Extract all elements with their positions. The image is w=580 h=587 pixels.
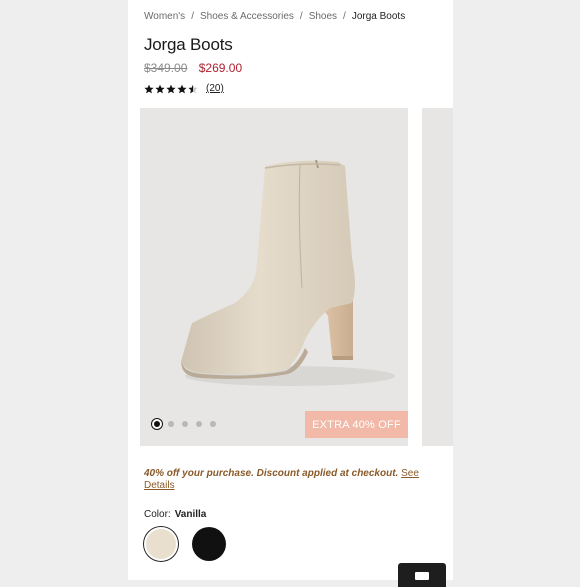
price-block: $349.00 $269.00 bbox=[144, 61, 242, 75]
sale-price: $269.00 bbox=[198, 61, 243, 75]
breadcrumb: Women's / Shoes & Accessories / Shoes / Jorga … bbox=[144, 11, 405, 22]
carousel-dot[interactable] bbox=[154, 421, 160, 427]
breadcrumb-separator: / bbox=[299, 11, 303, 22]
original-price: $349.00 bbox=[144, 61, 188, 75]
product-title: Jorga Boots bbox=[144, 35, 233, 54]
carousel-dot[interactable] bbox=[196, 421, 202, 427]
star-full-icon bbox=[166, 84, 176, 93]
color-selector-label: Color: Vanilla bbox=[144, 509, 206, 520]
product-image-gallery[interactable]: EXTRA 40% OFF bbox=[140, 108, 408, 446]
breadcrumb-separator: / bbox=[343, 11, 346, 22]
boot-image bbox=[181, 159, 395, 386]
review-count-link[interactable]: (20) bbox=[206, 83, 224, 94]
star-rating bbox=[144, 84, 198, 94]
extra-discount-badge: EXTRA 40% OFF bbox=[305, 411, 408, 438]
breadcrumb-item-womens[interactable]: Women's bbox=[144, 11, 185, 22]
chat-button[interactable] bbox=[398, 563, 446, 587]
star-full-icon bbox=[144, 84, 154, 93]
color-label: Color: bbox=[144, 509, 171, 520]
promo-text: 40% off your purchase. Discount applied … bbox=[144, 468, 399, 479]
color-swatch-vanilla[interactable] bbox=[144, 527, 178, 561]
carousel-dots bbox=[154, 421, 216, 427]
carousel-dot[interactable] bbox=[210, 421, 216, 427]
next-image-preview[interactable] bbox=[422, 108, 453, 446]
color-swatch-black[interactable] bbox=[192, 527, 226, 561]
star-half-icon bbox=[188, 84, 198, 93]
carousel-dot[interactable] bbox=[168, 421, 174, 427]
breadcrumb-item-shoes[interactable]: Shoes bbox=[309, 11, 337, 22]
breadcrumb-separator: / bbox=[191, 11, 194, 22]
star-full-icon bbox=[177, 84, 187, 93]
chat-icon bbox=[415, 572, 429, 580]
breadcrumb-current: Jorga Boots bbox=[351, 11, 406, 22]
product-page: Women's / Shoes & Accessories / Shoes / Jorga … bbox=[128, 0, 453, 580]
promo-message: 40% off your purchase. Discount applied … bbox=[144, 468, 434, 492]
selected-color: Vanilla bbox=[174, 509, 207, 520]
carousel-dot[interactable] bbox=[182, 421, 188, 427]
star-full-icon bbox=[155, 84, 165, 93]
breadcrumb-item-shoes-accessories[interactable]: Shoes & Accessories bbox=[200, 11, 294, 22]
rating[interactable]: (20) bbox=[144, 83, 224, 94]
